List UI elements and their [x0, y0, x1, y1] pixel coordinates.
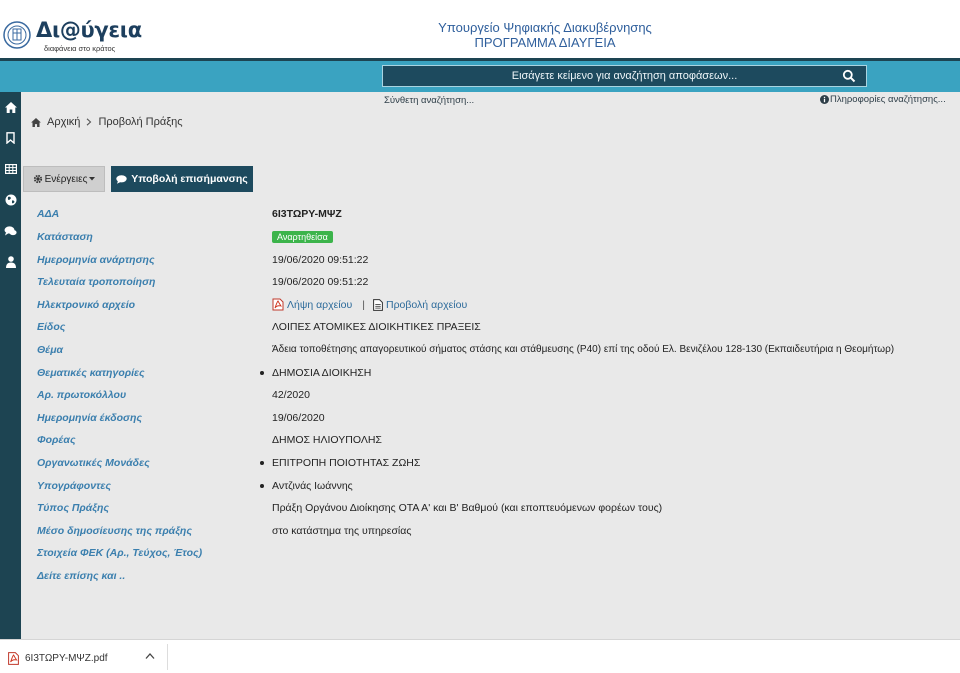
- protocol-value: 42/2020: [272, 389, 310, 401]
- download-bar-divider: [167, 644, 168, 670]
- status-row: Αναρτηθείσα: [272, 231, 333, 243]
- globe-icon[interactable]: [0, 190, 21, 210]
- list-bullet: [260, 371, 264, 375]
- logo-subtitle: διαφάνεια στο κράτος: [44, 44, 116, 53]
- breadcrumb-current: Προβολή Πράξης: [98, 116, 183, 128]
- browser-download-bar: 6Ι3ΤΩΡΥ-ΜΨΖ.pdf: [0, 639, 960, 673]
- units-label: Οργανωτικές Μονάδες: [37, 457, 150, 469]
- protocol-label: Αρ. πρωτοκόλλου: [37, 389, 127, 401]
- greek-emblem-icon: [3, 21, 31, 49]
- ministry-title: Υπουργείο Ψηφιακής Διακυβέρνησης ΠΡΟΓΡΑΜ…: [380, 20, 710, 50]
- comment-icon: [116, 174, 127, 184]
- categories-value: ΔΗΜΟΣΙΑ ΔΙΟΙΚΗΣΗ: [272, 367, 372, 379]
- units-value: ΕΠΙΤΡΟΠΗ ΠΟΙΟΤΗΤΑΣ ΖΩΗΣ: [272, 457, 421, 469]
- gear-icon: [33, 174, 42, 184]
- actions-label: Ενέργειες: [44, 173, 88, 185]
- modified-label: Τελευταία τροποποίηση: [37, 276, 156, 288]
- issue-date-label: Ημερομηνία έκδοσης: [37, 412, 142, 424]
- ministry-name: Υπουργείο Ψηφιακής Διακυβέρνησης: [438, 20, 652, 35]
- ada-label: ΑΔΑ: [37, 208, 60, 220]
- ada-value: 6Ι3ΤΩΡΥ-ΜΨΖ: [272, 208, 342, 220]
- search-placeholder: Εισάγετε κείμενο για αναζήτηση αποφάσεων…: [511, 70, 738, 82]
- search-input[interactable]: Εισάγετε κείμενο για αναζήτηση αποφάσεων…: [382, 65, 867, 87]
- agency-value: ΔΗΜΟΣ ΗΛΙΟΥΠΟΛΗΣ: [272, 434, 382, 446]
- bookmark-icon[interactable]: [0, 128, 21, 148]
- comments-icon[interactable]: [0, 221, 21, 241]
- issue-date-value: 19/06/2020: [272, 412, 325, 424]
- view-file-link[interactable]: Προβολή αρχείου: [373, 299, 467, 311]
- caret-down-icon: [89, 177, 96, 181]
- logo-text: Δι@ύγεια: [36, 18, 142, 42]
- type-value: ΛΟΙΠΕΣ ΑΤΟΜΙΚΕΣ ΔΙΟΙΚΗΤΙΚΕΣ ΠΡΑΞΕΙΣ: [272, 321, 481, 333]
- chevron-right-icon: [87, 118, 92, 126]
- subject-value: Άδεια τοποθέτησης απαγορευτικού σήματος …: [272, 344, 895, 355]
- submit-annotation-button[interactable]: Υποβολή επισήμανσης: [111, 166, 253, 192]
- fek-label: Στοιχεία ΦΕΚ (Αρ., Τεύχος, Έτος): [37, 547, 203, 559]
- user-icon[interactable]: [0, 252, 21, 272]
- modified-value: 19/06/2020 09:51:22: [272, 276, 369, 288]
- agency-label: Φορέας: [37, 434, 76, 446]
- search-icon[interactable]: [842, 69, 856, 83]
- pdf-icon: [272, 298, 284, 311]
- home-icon[interactable]: [0, 97, 21, 117]
- info-icon: [820, 95, 829, 104]
- categories-label: Θεματικές κατηγορίες: [37, 367, 145, 379]
- document-icon: [373, 298, 383, 311]
- publication-label: Μέσο δημοσίευσης της πράξης: [37, 525, 192, 537]
- download-file-text: Λήψη αρχείου: [287, 298, 353, 311]
- site-header: Δι@ύγεια διαφάνεια στο κράτος Υπουργείο …: [0, 0, 960, 58]
- search-info-link[interactable]: Πληροφορίες αναζήτησης...: [820, 94, 946, 105]
- act-type-value: Πράξη Οργάνου Διοίκησης ΟΤΑ Α' και Β' Βα…: [272, 502, 663, 514]
- see-also-label[interactable]: Δείτε επίσης και ..: [37, 570, 125, 582]
- breadcrumb-home[interactable]: Αρχική: [47, 116, 80, 128]
- table-icon[interactable]: [0, 159, 21, 179]
- publication-value: στο κατάστημα της υπηρεσίας: [272, 525, 412, 537]
- status-label: Κατάσταση: [37, 231, 93, 243]
- published-label: Ημερομηνία ανάρτησης: [37, 254, 155, 266]
- list-bullet: [260, 461, 264, 465]
- chevron-up-icon[interactable]: [145, 652, 155, 660]
- subject-label: Θέμα: [37, 344, 64, 356]
- diavgeia-logo[interactable]: Δι@ύγεια διαφάνεια στο κράτος: [2, 18, 142, 56]
- signers-row: Αντζινάς Ιωάννης: [260, 480, 353, 492]
- units-row: ΕΠΙΤΡΟΠΗ ΠΟΙΟΤΗΤΑΣ ΖΩΗΣ: [260, 457, 421, 469]
- search-info-text: Πληροφορίες αναζήτησης...: [830, 94, 946, 105]
- pdf-icon: [8, 651, 19, 665]
- program-name: ΠΡΟΓΡΑΜΜΑ ΔΙΑΥΓΕΙΑ: [474, 35, 616, 50]
- signers-value: Αντζινάς Ιωάννης: [272, 480, 353, 492]
- breadcrumb: Αρχική Προβολή Πράξης: [31, 116, 183, 128]
- download-file-link[interactable]: Λήψη αρχείου: [272, 298, 352, 311]
- sidebar: [0, 92, 21, 639]
- home-icon: [31, 117, 41, 127]
- file-label: Ηλεκτρονικό αρχείο: [37, 299, 136, 311]
- link-separator: |: [362, 298, 365, 311]
- signers-label: Υπογράφοντες: [37, 480, 111, 492]
- published-value: 19/06/2020 09:51:22: [272, 254, 369, 266]
- actions-dropdown-button[interactable]: Ενέργειες: [23, 166, 105, 192]
- categories-row: ΔΗΜΟΣΙΑ ΔΙΟΙΚΗΣΗ: [260, 367, 372, 379]
- download-item[interactable]: 6Ι3ΤΩΡΥ-ΜΨΖ.pdf: [8, 649, 108, 667]
- act-type-label: Τύπος Πράξης: [37, 502, 109, 514]
- view-file-text: Προβολή αρχείου: [385, 298, 468, 311]
- download-filename: 6Ι3ΤΩΡΥ-ΜΨΖ.pdf: [25, 652, 108, 664]
- advanced-search-link[interactable]: Σύνθετη αναζήτηση...: [384, 95, 474, 106]
- list-bullet: [260, 484, 264, 488]
- file-links: Λήψη αρχείου | Προβολή αρχείου: [272, 298, 467, 311]
- status-badge: Αναρτηθείσα: [272, 231, 333, 243]
- submit-annotation-label: Υποβολή επισήμανσης: [131, 173, 248, 185]
- type-label: Είδος: [37, 321, 66, 333]
